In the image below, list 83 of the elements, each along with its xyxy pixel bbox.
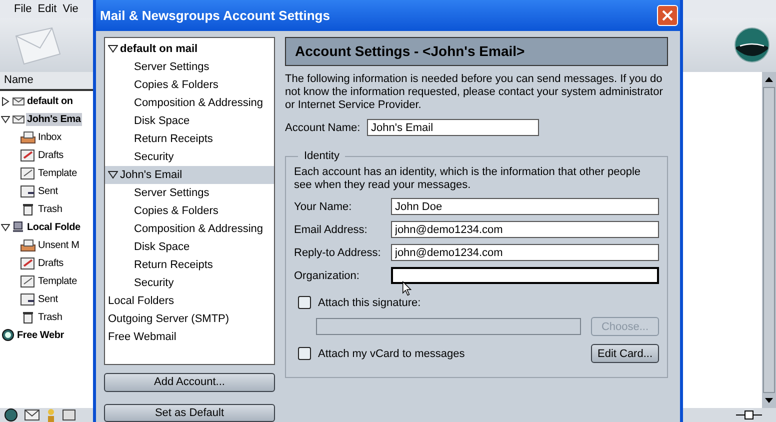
folder-label[interactable]: Drafts xyxy=(37,148,64,162)
folder-label[interactable]: Unsent M xyxy=(37,238,80,252)
globe-icon[interactable] xyxy=(4,408,18,422)
tree-item[interactable]: Return Receipts xyxy=(134,133,213,145)
tree-item[interactable]: Return Receipts xyxy=(134,259,213,271)
input-field[interactable]: john@demo1234.com xyxy=(391,244,659,261)
globe-icon xyxy=(1,329,15,341)
folder-icon xyxy=(20,184,36,198)
twisty-icon[interactable] xyxy=(108,171,118,179)
field-label: Reply-to Address: xyxy=(294,246,382,258)
window-title: Mail & Newsgroups Account Settings xyxy=(100,8,330,23)
intro-text: The following information is needed before you can send messages. If you do not know the information requested, please contact your system administrator or Internet Service Provider. xyxy=(285,73,664,112)
folder-label[interactable]: Trash xyxy=(37,202,64,216)
folder-label[interactable]: Sent xyxy=(37,184,59,198)
globe-logo-icon[interactable] xyxy=(734,27,770,63)
folder-label[interactable]: Template xyxy=(37,274,78,288)
twisty-icon[interactable] xyxy=(1,222,10,232)
tree-item[interactable]: Security xyxy=(134,277,174,289)
scrollbar[interactable] xyxy=(762,72,776,408)
folder-icon xyxy=(20,256,36,270)
tree-item[interactable]: Security xyxy=(134,151,174,163)
tree-item[interactable]: Copies & Folders xyxy=(134,79,218,91)
cursor-icon xyxy=(402,281,412,296)
tree-item[interactable]: Outgoing Server (SMTP) xyxy=(108,313,230,325)
group-legend: Identity xyxy=(298,150,346,162)
tree-item[interactable]: Composition & Addressing xyxy=(134,97,264,109)
folder-icon xyxy=(20,166,36,180)
dialog-button[interactable]: Add Account... xyxy=(104,373,275,392)
input-field[interactable]: john@demo1234.com xyxy=(391,221,659,238)
close-button[interactable] xyxy=(657,5,678,26)
tree-item[interactable]: Server Settings xyxy=(134,61,210,73)
folder-label[interactable]: default on xyxy=(26,94,74,108)
folder-label[interactable]: Free Webr xyxy=(16,328,65,342)
field-label: Account Name: xyxy=(285,122,362,134)
twisty-icon[interactable] xyxy=(1,96,10,106)
trash-icon xyxy=(20,202,36,216)
folder-label[interactable]: Inbox xyxy=(37,130,62,144)
folder-label[interactable]: John's Ema xyxy=(26,112,82,126)
checkbox-label: Attach this signature: xyxy=(318,296,421,308)
tree-item[interactable]: Free Webmail xyxy=(108,331,176,343)
folder-label[interactable]: Template xyxy=(37,166,78,180)
connection-icon xyxy=(736,410,762,420)
field-label: Your Name: xyxy=(294,200,353,212)
envelope-icon[interactable] xyxy=(24,409,40,421)
close-icon xyxy=(662,10,673,21)
folder-label[interactable]: Drafts xyxy=(37,256,64,270)
edit-card-button[interactable]: Edit Card... xyxy=(591,344,659,363)
input-field[interactable]: John Doe xyxy=(391,198,659,215)
tree-item[interactable]: Server Settings xyxy=(134,187,210,199)
tree-item[interactable]: Local Folders xyxy=(108,295,174,307)
envelope-icon xyxy=(11,113,25,125)
input-field[interactable] xyxy=(391,267,659,284)
folder-icon xyxy=(20,274,36,288)
computer-icon xyxy=(11,221,25,233)
twisty-icon[interactable] xyxy=(1,114,10,124)
tree-item[interactable]: Composition & Addressing xyxy=(134,223,264,235)
tray-icon xyxy=(20,130,36,144)
folder-icon xyxy=(20,148,36,162)
panel-header: Account Settings - <John's Email> xyxy=(285,37,668,66)
tray-icon xyxy=(20,238,36,252)
field-label: Email Address: xyxy=(294,224,368,236)
trash-icon xyxy=(20,310,36,324)
identity-text: Each account has an identity, which is the information that other people see when they read your messages. xyxy=(294,166,642,192)
folder-label[interactable]: Local Folde xyxy=(26,220,82,234)
tree-item[interactable]: Copies & Folders xyxy=(134,205,218,217)
account-name-field[interactable]: John's Email xyxy=(367,119,539,136)
tree-item[interactable]: default on mail xyxy=(120,43,198,55)
folder-icon xyxy=(20,292,36,306)
folder-label[interactable]: Sent xyxy=(37,292,59,306)
checkbox-label: Attach my vCard to messages xyxy=(318,348,466,360)
menu-item[interactable]: Vie xyxy=(62,3,78,15)
document-icon[interactable] xyxy=(62,409,76,421)
twisty-icon[interactable] xyxy=(108,45,118,53)
folder-label[interactable]: Trash xyxy=(37,310,64,324)
envelope-icon xyxy=(11,95,25,107)
menu-item[interactable]: Edit xyxy=(38,3,57,15)
column-header[interactable]: Name xyxy=(0,72,93,91)
checkbox[interactable] xyxy=(298,347,311,360)
tree-item[interactable]: Disk Space xyxy=(134,115,190,127)
dialog-button[interactable]: Set as Default xyxy=(104,404,275,422)
field-label: Organization: xyxy=(294,270,360,282)
tree-item[interactable]: Disk Space xyxy=(134,241,190,253)
menu-item[interactable]: File xyxy=(14,3,32,15)
